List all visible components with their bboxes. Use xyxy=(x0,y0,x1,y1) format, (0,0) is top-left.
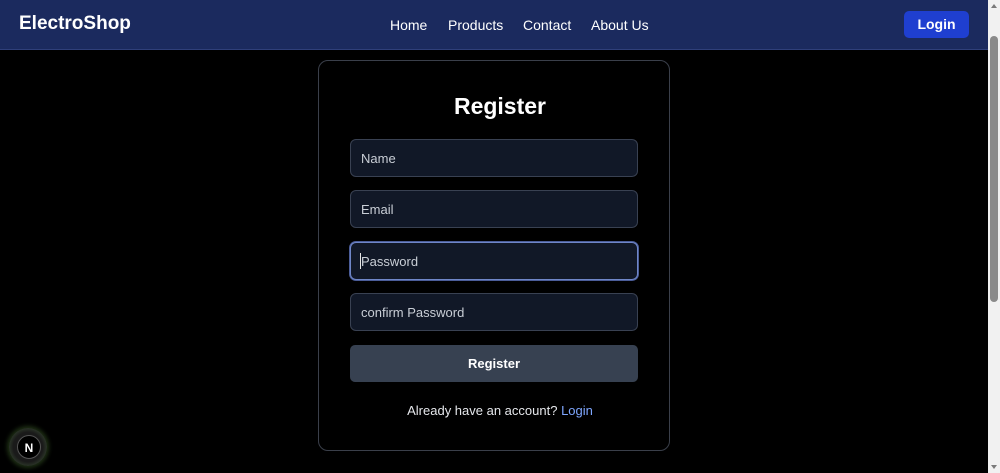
nav-products[interactable]: Products xyxy=(448,17,503,33)
nav-contact[interactable]: Contact xyxy=(523,17,571,33)
dev-tools-badge[interactable]: N xyxy=(9,428,47,466)
login-prompt-text: Already have an account? xyxy=(407,403,558,418)
confirm-password-input[interactable] xyxy=(350,293,638,331)
password-input[interactable] xyxy=(350,242,638,280)
register-title: Register xyxy=(453,93,547,119)
nav-home[interactable]: Home xyxy=(390,17,427,33)
n-logo-icon: N xyxy=(17,435,41,459)
scroll-up-arrow-icon[interactable] xyxy=(991,4,997,8)
register-button[interactable]: Register xyxy=(350,345,638,382)
nav-about-us[interactable]: About Us xyxy=(591,17,649,33)
login-button[interactable]: Login xyxy=(904,11,969,38)
text-cursor xyxy=(360,253,361,269)
brand-logo[interactable]: ElectroShop xyxy=(19,13,131,35)
scroll-down-arrow-icon[interactable] xyxy=(991,465,997,469)
login-link[interactable]: Login xyxy=(561,403,593,418)
email-input[interactable] xyxy=(350,190,638,228)
top-navbar: ElectroShop Home Products Contact About … xyxy=(0,0,988,50)
scroll-thumb[interactable] xyxy=(990,36,998,302)
name-input[interactable] xyxy=(350,139,638,177)
login-prompt: Already have an account? Login xyxy=(0,403,1000,418)
